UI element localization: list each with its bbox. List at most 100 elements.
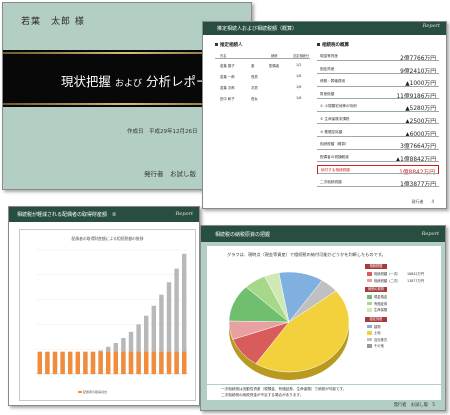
bar-spouse <box>113 351 119 374</box>
bar-spouse <box>121 351 126 374</box>
bar-spouse <box>166 351 172 374</box>
tax-row-label: ③ 基礎控除額 <box>320 129 343 134</box>
tax-source-slide[interactable]: 相続税の納税原資の把握 Report グラフは、現時点（現金等資産）で相続税の納… <box>200 225 446 411</box>
square-bullet-icon <box>215 43 218 46</box>
note-box: 一次相続税は流動性資産（現預金、有価証券、生命保険）で納税が可能です。 二次相続… <box>207 385 441 400</box>
report-logo: Report <box>421 231 439 237</box>
legend-swatch <box>367 301 372 306</box>
publisher: 発行者 お試し版 <box>144 170 196 178</box>
tax-row-label: ① 小規模宅地等の特例 <box>320 104 357 109</box>
bar-spouse <box>52 351 58 374</box>
legend-label: 自社株式 <box>374 337 388 342</box>
created-date: 作成日 平成29年12月26日 <box>127 129 198 135</box>
bar-spouse <box>128 351 134 374</box>
legend-swatch <box>367 278 372 283</box>
tax-row: 財産総額 11億9186万円 <box>317 90 439 100</box>
slide-title: 推定相続人および相続税額（概算） <box>217 26 298 32</box>
legend-item: 相続税額（一次） 18842万円 <box>367 271 424 276</box>
legend-label: 生命保険 <box>374 308 388 312</box>
tax-row: 二次相続税額 1億3877万円 <box>317 178 439 188</box>
row-divider <box>317 85 439 87</box>
bar-spouse <box>159 351 164 374</box>
tax-row-label: 二次相続税額 <box>320 180 342 184</box>
bar-spouse <box>67 351 73 374</box>
legend-item: 生命保険 <box>367 307 387 312</box>
legend-label: 相続税額（一次） <box>374 272 401 276</box>
bar-spouse <box>83 351 88 374</box>
tax-row-label: ② 生命保険非課税 <box>320 117 350 121</box>
chart-legend: 配偶者の取得割合 <box>78 390 107 394</box>
legend-swatch <box>78 390 82 394</box>
tax-row: ③ 基礎控除額 ▲6000万円 <box>317 128 439 138</box>
legend-swatch <box>367 308 372 312</box>
tax-row-label: 財産総額 <box>320 91 335 96</box>
pie-chart <box>228 271 350 380</box>
bar-chart <box>36 249 188 375</box>
legend-item: 有価証券 <box>367 301 387 306</box>
row-divider <box>317 60 439 61</box>
legend-label: 現金預金 <box>374 295 388 299</box>
legend-label: 相続税額（二次） <box>374 278 401 283</box>
slide-header: 推定相続人および相続税額（概算） Report <box>203 22 446 35</box>
legend-label: その他 <box>374 344 384 348</box>
legend-group-tag: 納税の原資 <box>365 287 387 292</box>
row-divider <box>317 98 439 99</box>
tax-row: 現金等資産 2億7766万円 <box>317 52 439 62</box>
row-divider <box>318 172 438 174</box>
slide-header: 相続税の納税原資の把握 Report <box>201 226 445 242</box>
legend-swatch <box>367 272 372 276</box>
square-bullet-icon <box>317 43 320 46</box>
note-text: 一次相続税は流動性資産（現預金、有価証券、生命保険）で納税が可能です。 二次相続… <box>221 387 347 397</box>
tax-table: 現金等資産 2億7766万円 固定資産 9億2410万円 債務・葬儀費用 ▲1000万円財… <box>317 52 439 194</box>
bar-spouse <box>143 351 149 374</box>
report-logo: Report <box>422 23 440 29</box>
legend-item: 自社株式 <box>367 337 387 342</box>
tax-row: 配偶者の税額軽減 ▲1億8842万円 <box>317 153 439 163</box>
trend-chart-slide[interactable]: 相続税が軽減される配偶者の取得財産額 ② Report 配偶者の取得財産額による… <box>8 206 200 406</box>
bar-spouse <box>98 351 103 374</box>
legend-swatch <box>367 331 372 335</box>
tax-row: 固定資産 9億2410万円 <box>317 65 439 75</box>
slide-title: 相続税の納税原資の把握 <box>215 232 271 238</box>
bar-spouse <box>37 351 43 374</box>
legend-label: 土地 <box>374 331 381 335</box>
bar-spouse <box>75 351 81 374</box>
tax-row: 債務・葬儀費用 ▲1000万円 <box>317 77 439 87</box>
legend-item: 土地 <box>367 330 381 335</box>
slide-title: 相続税が軽減される配偶者の取得財産額 ② <box>17 212 117 218</box>
legend-swatch <box>367 324 372 329</box>
tax-row: 相続税額（概算） 3億7664万円 <box>317 140 439 150</box>
tax-row: ② 生命保険非課税 ▲2500万円 <box>317 115 439 125</box>
legend-label: 建物 <box>374 324 381 329</box>
legend-item: 現金預金 <box>367 294 387 299</box>
report-logo: Report <box>175 211 193 217</box>
legend-swatch <box>367 337 372 342</box>
tax-row-label: 債務・葬儀費用 <box>320 79 346 84</box>
tax-row-highlight: 納付する相続税額 1億8842万円 <box>317 165 439 176</box>
tax-summary-slide[interactable]: 推定相続人および相続税額（概算） Report 推定相続人 氏名 続柄 法定相続… <box>202 21 447 209</box>
report-title: 現状把握 および 分析レポート <box>61 74 222 89</box>
heirs-divider <box>215 58 310 59</box>
bar-spouse <box>181 351 187 374</box>
row-divider <box>317 73 439 74</box>
legend-label: 有価証券 <box>374 301 388 306</box>
tax-row-label: 固定資産 <box>320 66 335 71</box>
legend-swatch <box>367 344 372 348</box>
tax-row: ① 小規模宅地等の特例 ▲5280万円 <box>317 102 439 112</box>
slide-footer: 発行者 4 <box>411 199 434 204</box>
legend-group-tag: 相続税額 <box>365 264 387 269</box>
row-divider <box>317 148 439 150</box>
tax-section-title: 相続税の概算 <box>317 42 349 48</box>
legend-amount: 18842万円 <box>407 272 425 276</box>
bar-spouse <box>90 351 96 374</box>
content-panel: グラフは、現時点（現金等資産）で相続税の納付可能かどうかを判断したものです。 相… <box>207 246 441 384</box>
heirs-section-title: 推定相続人 <box>215 42 243 48</box>
row-divider <box>317 161 439 162</box>
bar-spouse <box>151 351 157 374</box>
tax-row-label: 配偶者の税額軽減 <box>320 154 349 159</box>
bar-spouse <box>136 351 141 374</box>
row-divider <box>317 186 439 187</box>
bar-spouse <box>60 351 65 374</box>
slide-header: 相続税が軽減される配偶者の取得財産額 ② Report <box>9 207 199 222</box>
tax-row-label: 現金等資産 <box>320 54 338 58</box>
